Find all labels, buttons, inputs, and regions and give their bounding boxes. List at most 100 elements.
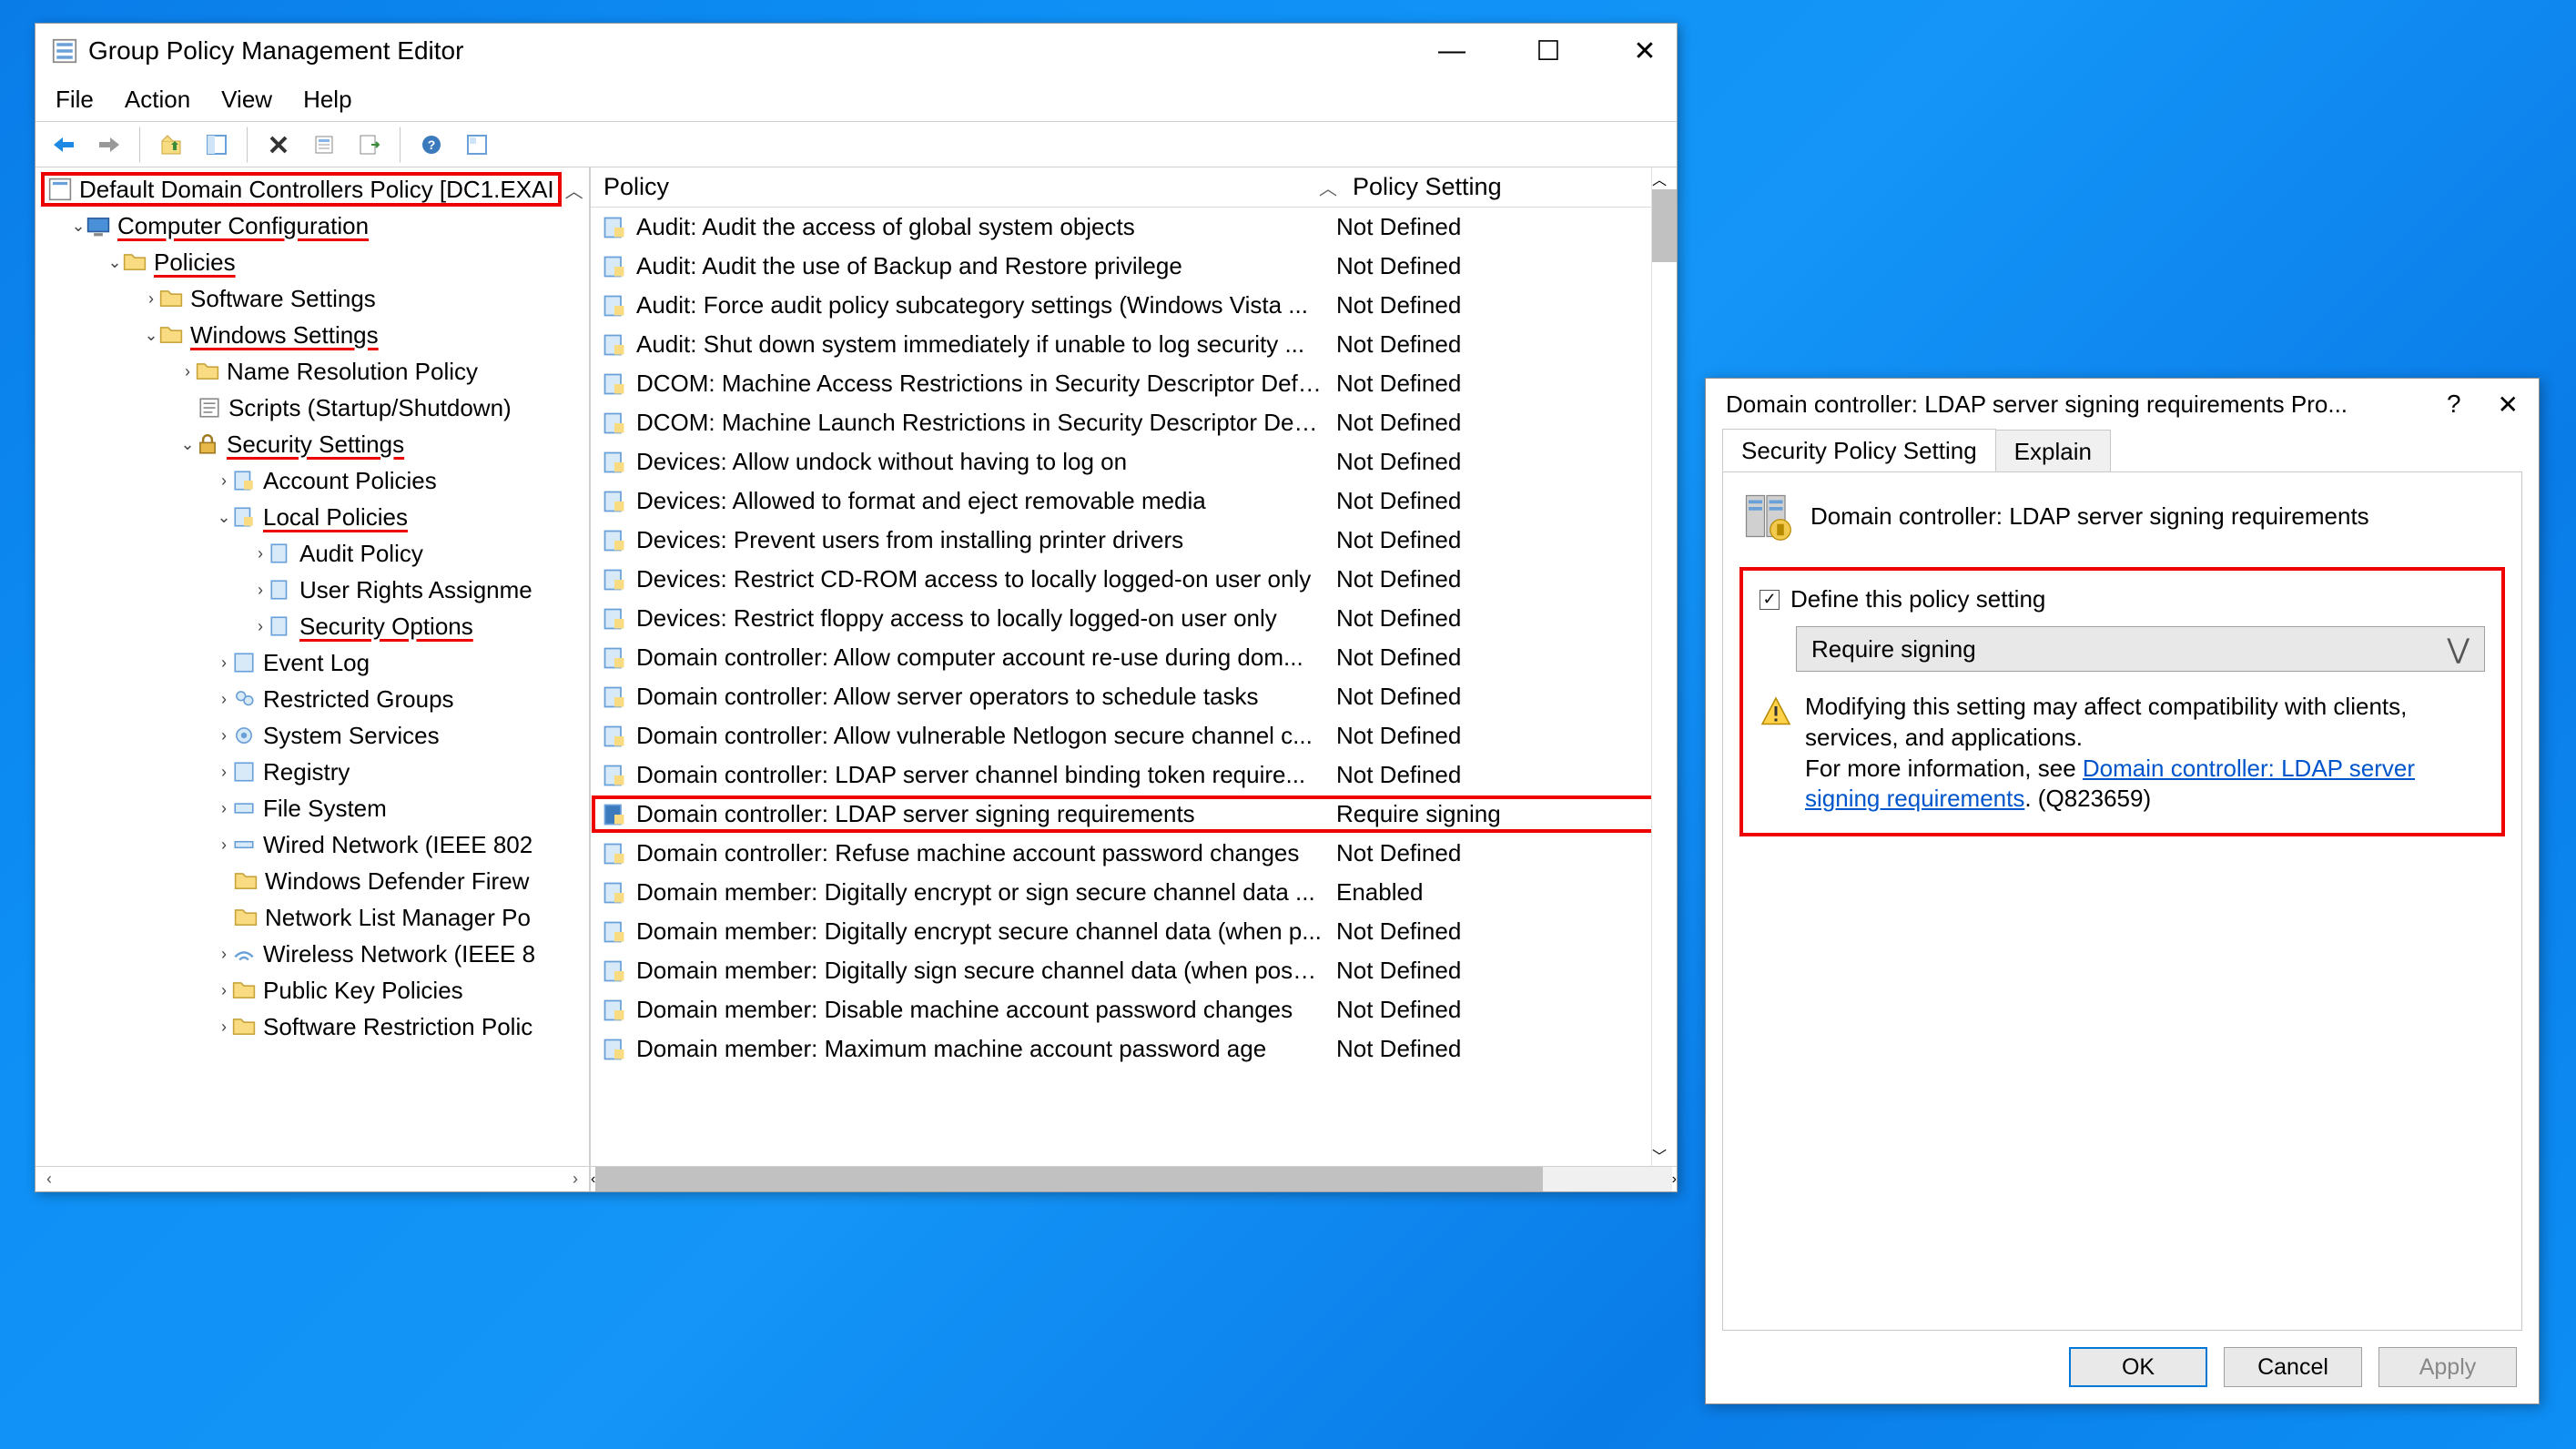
minimize-button[interactable]: —	[1436, 35, 1467, 67]
chevron-right-icon[interactable]: ›	[216, 1018, 232, 1037]
policy-row[interactable]: DCOM: Machine Access Restrictions in Sec…	[591, 364, 1677, 403]
up-button[interactable]	[152, 127, 190, 163]
tree-root[interactable]: Default Domain Controllers Policy [DC1.E…	[35, 171, 589, 208]
define-policy-checkbox[interactable]: ✓	[1760, 590, 1780, 610]
menu-view[interactable]: View	[221, 86, 272, 114]
policy-value-dropdown[interactable]: Require signing ⋁	[1796, 626, 2485, 672]
policy-row[interactable]: Audit: Force audit policy subcategory se…	[591, 286, 1677, 325]
apply-button[interactable]: Apply	[2378, 1347, 2517, 1387]
tree-system-services[interactable]: › System Services	[35, 717, 589, 754]
close-button[interactable]: ✕	[1629, 35, 1660, 67]
policy-row[interactable]: Devices: Restrict CD-ROM access to local…	[591, 560, 1677, 599]
policy-row[interactable]: Devices: Allow undock without having to …	[591, 442, 1677, 481]
tree-wireless[interactable]: › Wireless Network (IEEE 8	[35, 936, 589, 972]
tree-pki[interactable]: › Public Key Policies	[35, 972, 589, 1008]
tree-event-log[interactable]: › Event Log	[35, 644, 589, 681]
chevron-down-icon[interactable]: ⌄	[143, 326, 159, 345]
menu-file[interactable]: File	[56, 86, 94, 114]
policy-row[interactable]: Domain controller: LDAP server signing r…	[591, 795, 1677, 834]
tree-defender[interactable]: Windows Defender Firew	[35, 863, 589, 899]
column-setting[interactable]: Policy Setting	[1342, 173, 1677, 201]
chevron-down-icon[interactable]: ⌄	[216, 508, 232, 527]
cancel-button[interactable]: Cancel	[2224, 1347, 2362, 1387]
tree-windows-settings[interactable]: ⌄ Windows Settings	[35, 317, 589, 353]
chevron-down-icon[interactable]: ⌄	[106, 253, 123, 272]
help-button[interactable]: ?	[2447, 390, 2461, 420]
tree-computer-configuration[interactable]: ⌄ Computer Configuration	[35, 208, 589, 244]
chevron-right-icon[interactable]: ›	[216, 654, 232, 673]
policy-row[interactable]: Domain member: Digitally encrypt secure …	[591, 912, 1677, 951]
policy-row[interactable]: Domain controller: Allow vulnerable Netl…	[591, 716, 1677, 755]
chevron-right-icon[interactable]: ›	[252, 617, 269, 636]
tree-audit-policy[interactable]: › Audit Policy	[35, 535, 589, 572]
scroll-up-icon[interactable]: ︿	[1652, 167, 1677, 189]
chevron-right-icon[interactable]: ›	[216, 726, 232, 745]
policy-row[interactable]: Devices: Restrict floppy access to local…	[591, 599, 1677, 638]
column-policy[interactable]: Policy	[591, 173, 1314, 201]
chevron-right-icon[interactable]: ›	[216, 799, 232, 818]
chevron-right-icon[interactable]: ›	[216, 471, 232, 491]
tree-h-scrollbar[interactable]: ‹ ›	[35, 1166, 589, 1191]
list-v-scrollbar[interactable]: ︿ ﹀	[1651, 167, 1677, 1166]
tree-software-settings[interactable]: › Software Settings	[35, 280, 589, 317]
chevron-right-icon[interactable]: ›	[252, 544, 269, 563]
tree-account-policies[interactable]: › Account Policies	[35, 462, 589, 499]
tree-wired-network[interactable]: › Wired Network (IEEE 802	[35, 826, 589, 863]
chevron-down-icon[interactable]: ⌄	[179, 435, 196, 454]
chevron-down-icon[interactable]: ⌄	[70, 217, 86, 236]
chevron-right-icon[interactable]: ›	[252, 581, 269, 600]
policy-row[interactable]: Domain member: Disable machine account p…	[591, 990, 1677, 1029]
tab-explain[interactable]: Explain	[1995, 430, 2111, 471]
filter-button[interactable]	[458, 127, 496, 163]
menu-action[interactable]: Action	[125, 86, 190, 114]
menu-help[interactable]: Help	[303, 86, 351, 114]
scroll-left-icon[interactable]: ‹	[35, 1167, 63, 1191]
chevron-right-icon[interactable]: ›	[179, 362, 196, 381]
scroll-right-icon[interactable]: ›	[1672, 1171, 1677, 1188]
forward-button[interactable]	[90, 127, 128, 163]
show-hide-tree-button[interactable]	[198, 127, 236, 163]
tree-restricted-groups[interactable]: › Restricted Groups	[35, 681, 589, 717]
tree-registry[interactable]: › Registry	[35, 754, 589, 790]
chevron-right-icon[interactable]: ›	[143, 289, 159, 309]
policy-row[interactable]: Domain controller: LDAP server channel b…	[591, 755, 1677, 795]
tree-network-list[interactable]: Network List Manager Po	[35, 899, 589, 936]
chevron-right-icon[interactable]: ›	[216, 836, 232, 855]
export-button[interactable]	[350, 127, 389, 163]
policy-row[interactable]: Domain member: Maximum machine account p…	[591, 1029, 1677, 1069]
chevron-right-icon[interactable]: ›	[216, 945, 232, 964]
policy-row[interactable]: Domain member: Digitally encrypt or sign…	[591, 873, 1677, 912]
ok-button[interactable]: OK	[2069, 1347, 2207, 1387]
chevron-up-icon[interactable]: ︿	[565, 177, 583, 203]
policy-row[interactable]: Domain controller: Allow server operator…	[591, 677, 1677, 716]
tree-user-rights[interactable]: › User Rights Assignme	[35, 572, 589, 608]
policy-row[interactable]: Audit: Shut down system immediately if u…	[591, 325, 1677, 364]
back-button[interactable]	[45, 127, 83, 163]
properties-button[interactable]	[305, 127, 343, 163]
maximize-button[interactable]: ☐	[1533, 35, 1564, 67]
tree-scripts[interactable]: Scripts (Startup/Shutdown)	[35, 390, 589, 426]
policy-row[interactable]: Domain controller: Refuse machine accoun…	[591, 834, 1677, 873]
tree-name-resolution[interactable]: › Name Resolution Policy	[35, 353, 589, 390]
policy-row[interactable]: Audit: Audit the access of global system…	[591, 208, 1677, 247]
policy-row[interactable]: Domain member: Digitally sign secure cha…	[591, 951, 1677, 990]
policy-row[interactable]: Domain controller: Allow computer accoun…	[591, 638, 1677, 677]
tree-security-options[interactable]: › Security Options	[35, 608, 589, 644]
scroll-right-icon[interactable]: ›	[562, 1167, 589, 1191]
tree-security-settings[interactable]: ⌄ Security Settings	[35, 426, 589, 462]
chevron-right-icon[interactable]: ›	[216, 690, 232, 709]
list-h-scrollbar[interactable]: ‹ ›	[591, 1166, 1677, 1191]
delete-button[interactable]	[259, 127, 298, 163]
tree-local-policies[interactable]: ⌄ Local Policies	[35, 499, 589, 535]
scroll-down-icon[interactable]: ﹀	[1652, 1144, 1677, 1166]
close-button[interactable]: ✕	[2498, 390, 2519, 420]
tree-file-system[interactable]: › File System	[35, 790, 589, 826]
policy-row[interactable]: DCOM: Machine Launch Restrictions in Sec…	[591, 403, 1677, 442]
chevron-right-icon[interactable]: ›	[216, 763, 232, 782]
policy-row[interactable]: Devices: Prevent users from installing p…	[591, 521, 1677, 560]
policy-row[interactable]: Audit: Audit the use of Backup and Resto…	[591, 247, 1677, 286]
tree-policies[interactable]: ⌄ Policies	[35, 244, 589, 280]
help-button[interactable]: ?	[412, 127, 451, 163]
tab-security-policy[interactable]: Security Policy Setting	[1722, 429, 1996, 472]
policy-row[interactable]: Devices: Allowed to format and eject rem…	[591, 481, 1677, 521]
